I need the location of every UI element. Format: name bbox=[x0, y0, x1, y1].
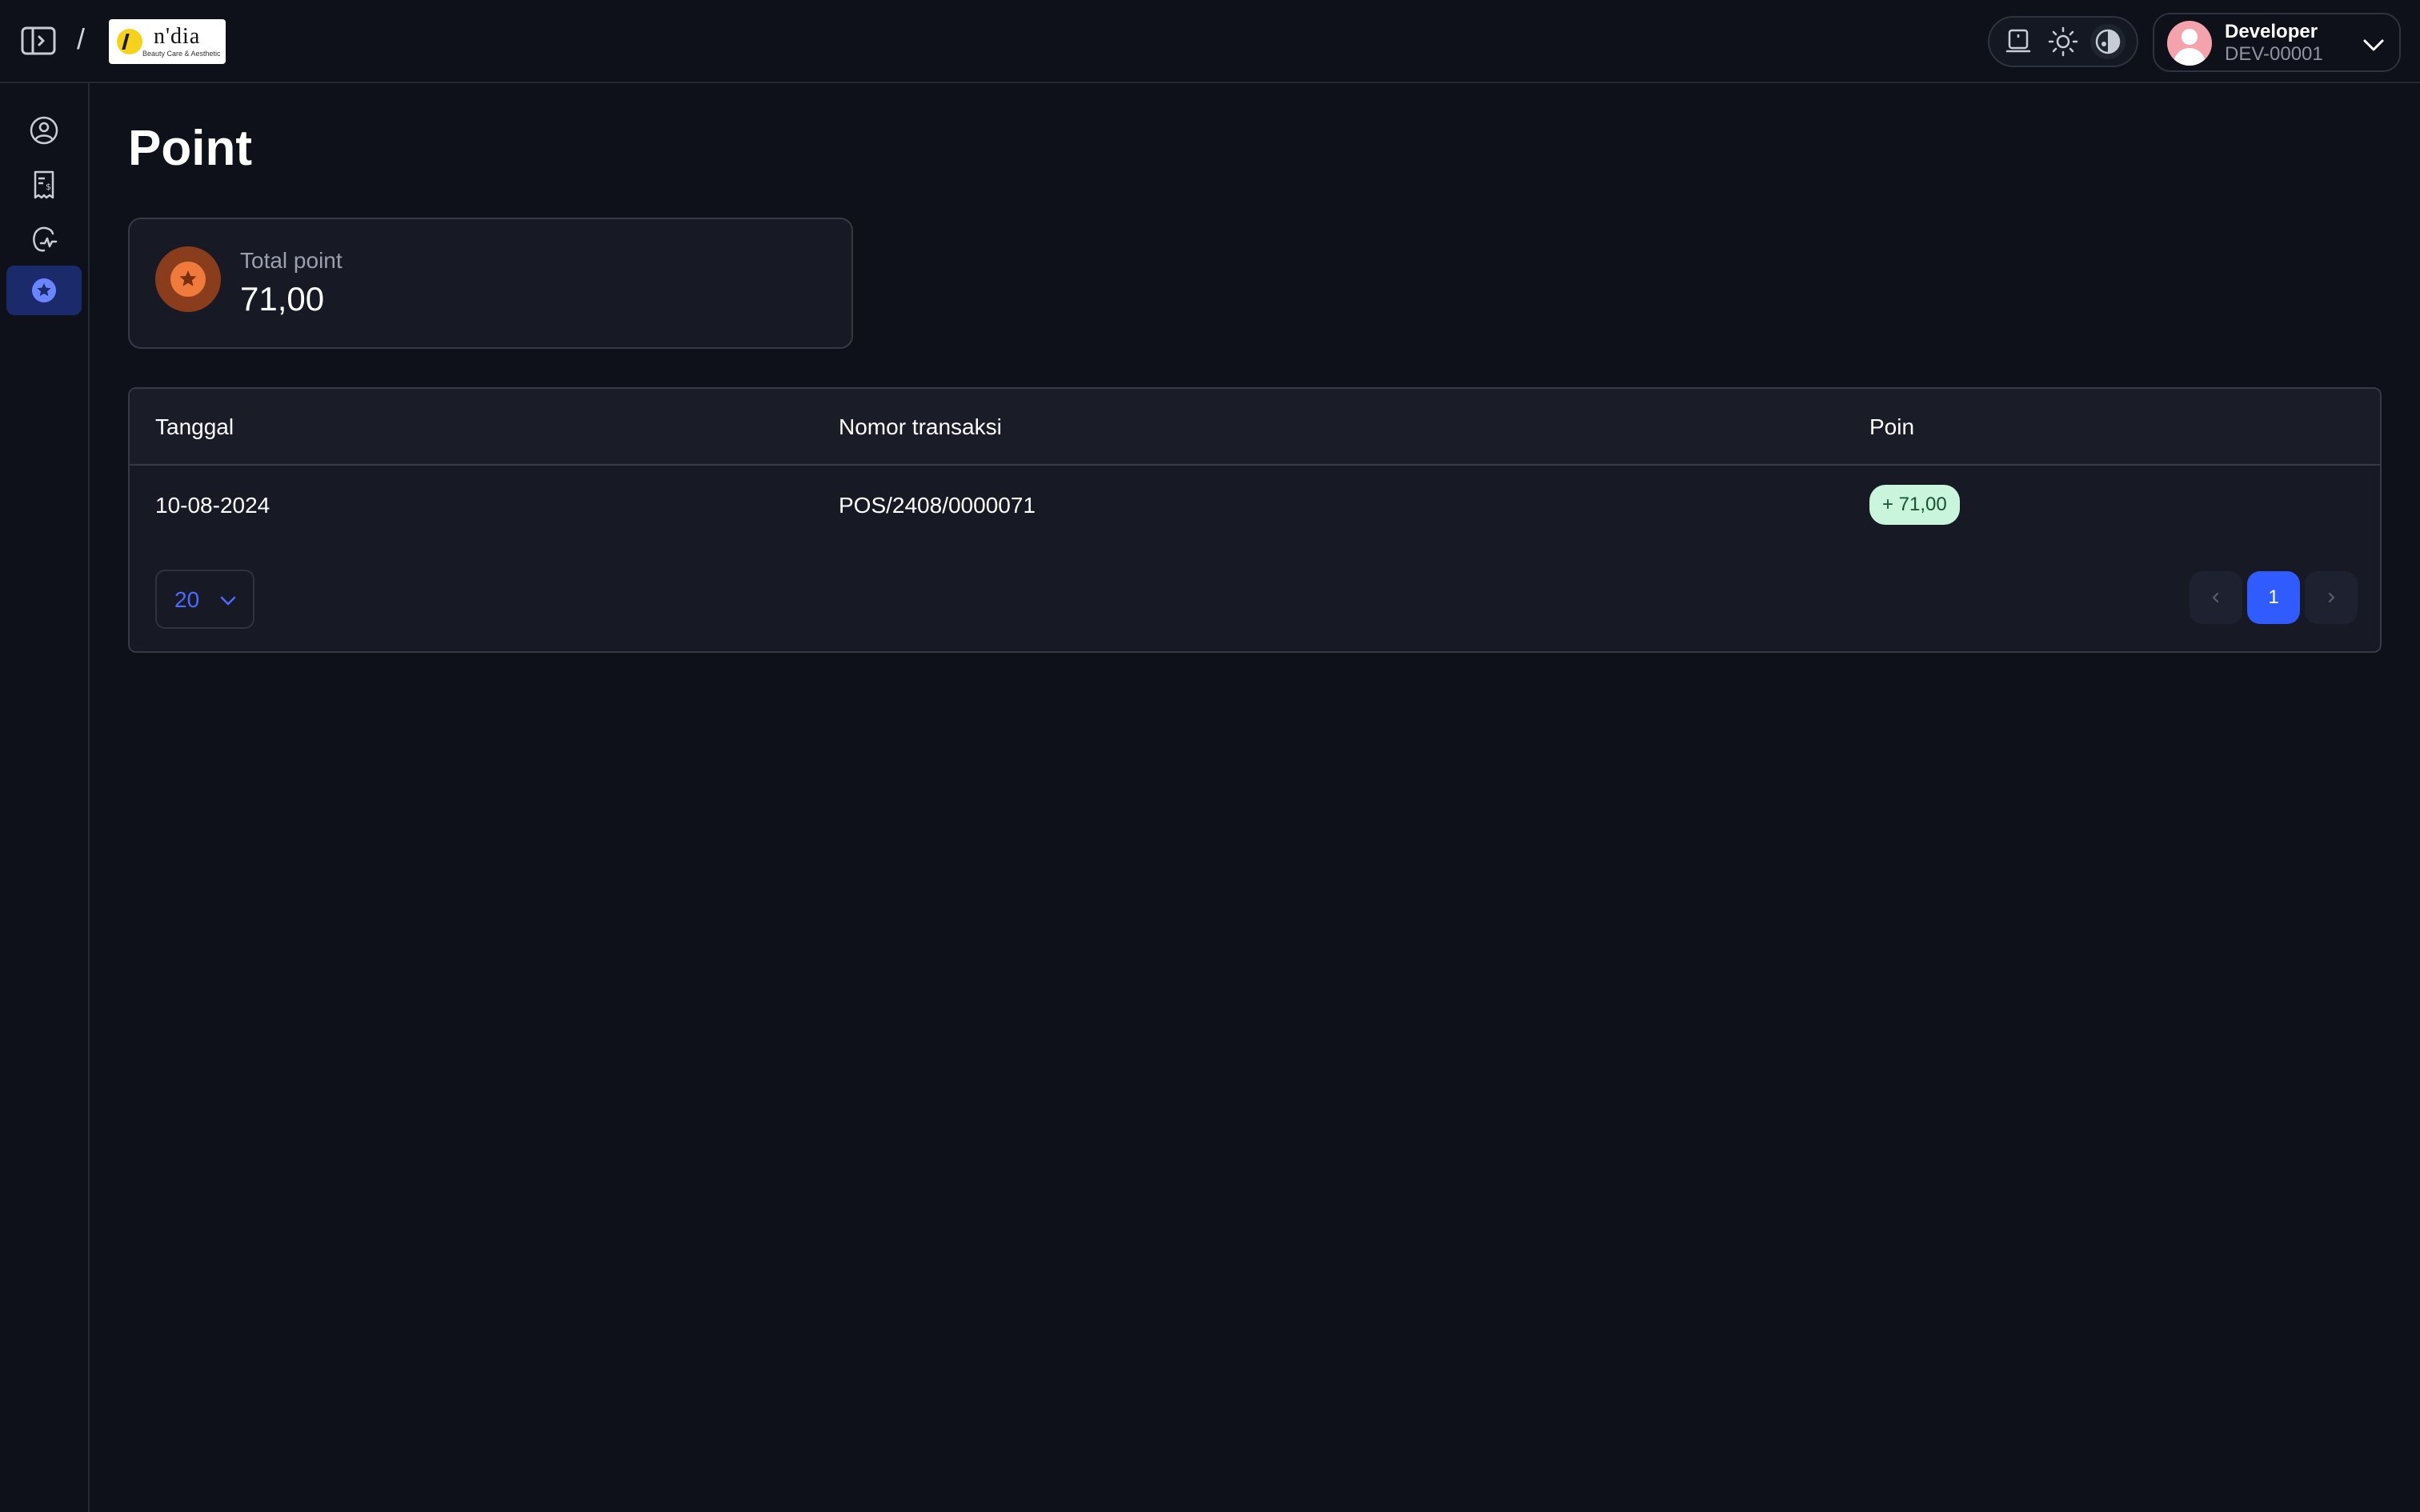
cell-transaction: POS/2408/0000071 bbox=[839, 493, 1036, 518]
top-bar: / n'dia Beauty Care & Aesthetic Develope… bbox=[0, 0, 2420, 83]
theme-switcher bbox=[1988, 16, 2138, 67]
sidebar: $ bbox=[0, 83, 90, 1512]
points-table: Tanggal Nomor transaksi Poin 10-08-2024 … bbox=[128, 387, 2382, 653]
column-header-points: Poin bbox=[1869, 414, 1915, 439]
sidebar-toggle-icon[interactable] bbox=[21, 26, 56, 55]
health-icon bbox=[33, 226, 58, 252]
brand-logo[interactable]: n'dia Beauty Care & Aesthetic bbox=[109, 19, 226, 64]
table-header: Tanggal Nomor transaksi Poin bbox=[130, 389, 2380, 466]
avatar bbox=[2167, 21, 2212, 66]
receipt-icon: $ bbox=[34, 170, 54, 199]
chevron-down-icon bbox=[2363, 39, 2384, 51]
light-theme-button[interactable] bbox=[2045, 24, 2081, 59]
system-icon bbox=[2005, 29, 2031, 53]
point-icon-container bbox=[155, 246, 221, 312]
sidebar-item-transactions[interactable]: $ bbox=[6, 160, 82, 210]
chevron-down-icon bbox=[220, 596, 236, 606]
column-header-transaction: Nomor transaksi bbox=[839, 414, 1002, 439]
next-page-button[interactable] bbox=[2305, 571, 2358, 624]
breadcrumb-separator: / bbox=[77, 22, 86, 55]
logo-brand-text: n'dia bbox=[154, 24, 201, 49]
page-title: Point bbox=[128, 121, 252, 176]
column-header-date: Tanggal bbox=[155, 414, 234, 439]
sun-icon bbox=[2048, 26, 2078, 57]
system-theme-button[interactable] bbox=[2001, 24, 2036, 59]
sidebar-item-profile[interactable] bbox=[6, 106, 82, 155]
total-point-card: Total point 71,00 bbox=[128, 218, 853, 349]
dark-theme-button[interactable] bbox=[2090, 24, 2126, 59]
logo-tagline: Beauty Care & Aesthetic bbox=[142, 50, 221, 58]
page-button-current[interactable]: 1 bbox=[2247, 571, 2300, 624]
table-row: 10-08-2024 POS/2408/0000071 + 71,00 bbox=[130, 466, 2380, 544]
user-menu-button[interactable]: Developer DEV-00001 bbox=[2153, 13, 2401, 72]
page-size-value: 20 bbox=[174, 587, 200, 612]
contrast-icon bbox=[2095, 29, 2121, 54]
chevron-left-icon bbox=[2212, 593, 2218, 602]
user-circle-icon bbox=[30, 116, 58, 145]
total-point-label: Total point bbox=[240, 248, 343, 273]
svg-text:$: $ bbox=[46, 182, 51, 192]
user-id: DEV-00001 bbox=[2225, 43, 2323, 65]
sidebar-item-health[interactable] bbox=[6, 214, 82, 264]
total-point-value: 71,00 bbox=[240, 280, 325, 318]
user-name: Developer bbox=[2225, 21, 2318, 42]
star-icon bbox=[179, 270, 197, 286]
points-badge: + 71,00 bbox=[1869, 485, 1960, 525]
page-size-select[interactable]: 20 bbox=[155, 570, 254, 629]
previous-page-button[interactable] bbox=[2190, 571, 2242, 624]
cell-date: 10-08-2024 bbox=[155, 493, 270, 518]
star-badge-icon bbox=[32, 278, 56, 302]
chevron-right-icon bbox=[2329, 593, 2335, 602]
logo-mark-icon bbox=[117, 29, 142, 54]
sidebar-item-point[interactable] bbox=[6, 266, 82, 315]
